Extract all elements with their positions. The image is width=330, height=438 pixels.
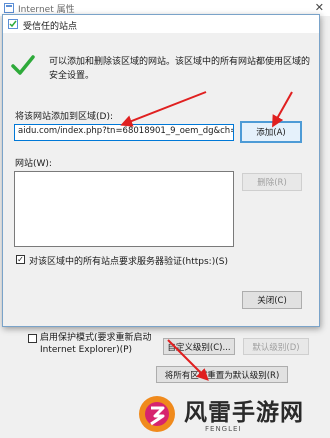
trusted-sites-icon: [8, 19, 18, 29]
watermark-sub: FENGLEI: [205, 425, 242, 433]
sites-label: 网站(W):: [15, 159, 52, 169]
internet-options-icon: [4, 3, 14, 13]
dialog-title: 受信任的站点: [23, 22, 78, 32]
sites-list[interactable]: [14, 171, 234, 247]
remove-button[interactable]: 删除(R): [242, 173, 302, 191]
fenglei-logo-icon: [139, 396, 175, 432]
reset-all-zones-button[interactable]: 将所有区域重置为默认级别(R): [156, 366, 288, 383]
watermark-name: 风雷手游网: [184, 400, 304, 426]
site-url-input[interactable]: aidu.com/index.php?tn=68018901_9_oem_dg&…: [14, 124, 234, 141]
dialog-title-bar: 受信任的站点: [3, 15, 319, 33]
close-icon[interactable]: ✕: [315, 1, 324, 14]
add-button[interactable]: 添加(A): [240, 121, 302, 143]
https-label: 对该区域中的所有站点要求服务器验证(https:)(S): [29, 257, 228, 267]
custom-level-button[interactable]: 自定义级别(C)...: [163, 338, 235, 355]
trusted-sites-dialog: 受信任的站点 可以添加和删除该区域的网站。该区域中的所有网站都使用区域的安全设置…: [2, 14, 320, 327]
checkmark-icon: [11, 55, 35, 75]
protected-mode-checkbox[interactable]: [28, 334, 37, 343]
https-checkbox[interactable]: ✓: [16, 255, 25, 264]
protected-mode-label: 启用保护模式(要求重新启动 Internet Explorer)(P): [40, 333, 152, 355]
add-site-label: 将该网站添加到区域(D):: [15, 112, 113, 122]
zone-description: 可以添加和删除该区域的网站。该区域中的所有网站都使用区域的安全设置。: [49, 57, 311, 81]
close-button[interactable]: 关闭(C): [242, 291, 302, 309]
default-level-button[interactable]: 默认级别(D): [243, 338, 309, 355]
